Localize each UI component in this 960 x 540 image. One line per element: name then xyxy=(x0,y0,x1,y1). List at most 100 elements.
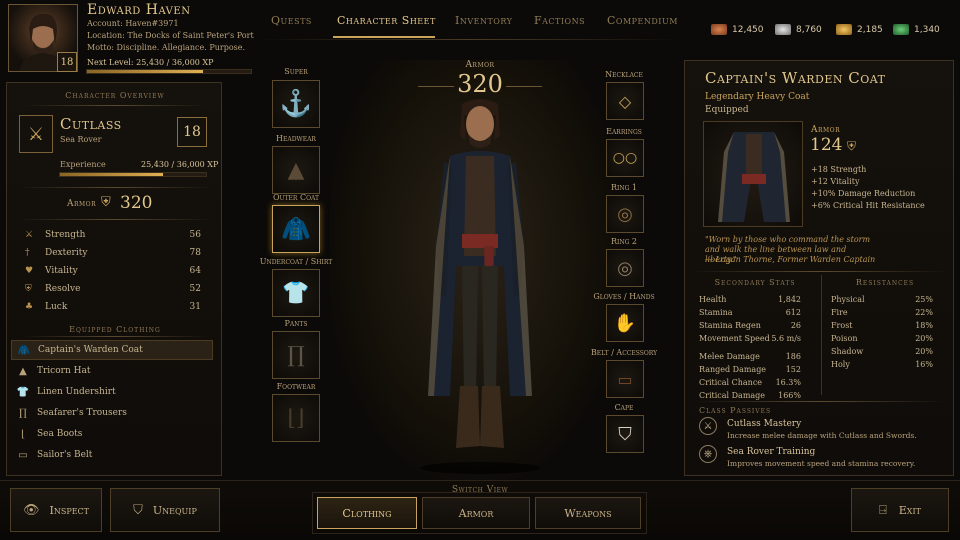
armor-shield-icon: ⛨ xyxy=(101,195,111,210)
overview-divider-2 xyxy=(19,219,211,220)
earrings-icon: ○○ xyxy=(612,150,638,166)
exit-label: Exit xyxy=(898,503,922,517)
equipped-item-shirt[interactable]: 👕 Linen Undershirt xyxy=(11,382,213,402)
sec-stat-stamina-regen: Stamina Regen 26 xyxy=(699,319,801,332)
slot-label-ring-2: Ring 2 xyxy=(610,237,638,246)
slot-cape[interactable]: ⛉ xyxy=(606,415,644,453)
sec-stat-value: 1,842 xyxy=(778,295,801,304)
silver-coins-icon xyxy=(775,24,791,35)
stat-name: Luck xyxy=(45,302,68,312)
slot-footwear[interactable]: ⌊⌋ xyxy=(272,394,320,442)
equipped-item-coat[interactable]: 🧥 Captain's Warden Coat xyxy=(11,340,213,360)
equipped-item-label: Captain's Warden Coat xyxy=(38,345,143,355)
tab-compendium[interactable]: Compendium xyxy=(607,14,678,27)
player-account: Account: Haven#3971 xyxy=(87,19,179,28)
sword-icon: ⚔ xyxy=(25,230,34,240)
sec-stat-name: Critical Damage xyxy=(699,391,766,400)
center-armor-value: 320 xyxy=(457,70,503,98)
sec-stat-name: Melee Damage xyxy=(699,352,760,361)
stat-name: Vitality xyxy=(45,266,78,276)
slot-label-ring-1: Ring 1 xyxy=(610,183,638,192)
exit-button[interactable]: ⍈ Exit xyxy=(851,488,949,532)
slot-headwear[interactable]: ▲ xyxy=(272,146,320,194)
player-motto: Motto: Discipline. Allegiance. Purpose. xyxy=(87,43,246,52)
unequip-icon: ⛉ xyxy=(133,502,143,518)
stat-value: 56 xyxy=(189,230,201,240)
experience-bar xyxy=(59,172,207,177)
resist-name: Holy xyxy=(831,360,850,369)
cutlass-class-icon: ⚔ xyxy=(19,115,53,153)
slot-super[interactable]: ⚓ xyxy=(272,80,320,128)
equipped-item-boots[interactable]: ⌊ Sea Boots xyxy=(11,424,213,444)
slot-belt[interactable]: ▭ xyxy=(606,360,644,398)
equipped-item-label: Tricorn Hat xyxy=(37,366,91,376)
slot-shirt[interactable]: 👕 xyxy=(272,269,320,317)
equipped-item-hat[interactable]: ▲ Tricorn Hat xyxy=(11,361,213,381)
character-model xyxy=(400,96,560,476)
slot-pants[interactable]: ∏ xyxy=(272,331,320,379)
sec-stat-critical-chance: Critical Chance 16.3% xyxy=(699,376,801,389)
shirt-icon: 👕 xyxy=(282,280,310,306)
tab-factions[interactable]: Factions xyxy=(534,14,585,27)
stat-resolve: ⛨ Resolve 52 xyxy=(25,280,201,298)
currency-gems-value: 1,340 xyxy=(914,24,940,35)
slot-label-shirt: Undercoat / Shirt xyxy=(259,257,333,266)
stat-dexterity: † Dexterity 78 xyxy=(25,244,201,262)
inspect-button[interactable]: 👁 Inspect xyxy=(10,488,102,532)
player-name: Edward Haven xyxy=(87,2,191,18)
boots-icon: ⌊ xyxy=(21,428,25,440)
item-armor-value: 124 xyxy=(810,135,843,155)
player-location: Location: The Docks of Saint Peter's Por… xyxy=(87,31,254,40)
item-divider xyxy=(693,271,947,272)
portrait-level-badge: 18 xyxy=(57,52,77,72)
stat-vitality: ♥ Vitality 64 xyxy=(25,262,201,280)
slot-label-outer-coat: Outer Coat xyxy=(272,193,320,202)
resist-shadow: Shadow 20% xyxy=(831,345,933,358)
unequip-label: Unequip xyxy=(152,503,197,517)
slot-ring-2[interactable]: ◎ xyxy=(606,249,644,287)
equipped-item-trousers[interactable]: ∏ Seafarer's Trousers xyxy=(11,403,213,423)
ring-icon: ◎ xyxy=(617,257,633,279)
item-quote-author: — Logan Thorne, Former Warden Captain xyxy=(705,255,876,264)
slot-outer-coat[interactable]: 🧥 xyxy=(272,205,320,253)
slot-label-pants: Pants xyxy=(284,319,308,328)
slot-necklace[interactable]: ◇ xyxy=(606,82,644,120)
resist-value: 20% xyxy=(915,334,933,343)
resist-value: 25% xyxy=(915,295,933,304)
sea-rover-training-icon: ⎈ xyxy=(699,445,717,463)
slot-earrings[interactable]: ○○ xyxy=(606,139,644,177)
coat-icon: 🧥 xyxy=(281,215,311,243)
currency-copper: 12,450 xyxy=(711,24,764,35)
overview-divider-1 xyxy=(19,187,211,188)
view-weapons-button[interactable]: Weapons xyxy=(535,497,641,529)
slot-ring-1[interactable]: ◎ xyxy=(606,195,644,233)
resist-name: Frost xyxy=(831,321,853,330)
view-clothing-button[interactable]: Clothing xyxy=(317,497,417,529)
stat-name: Resolve xyxy=(45,284,81,294)
stat-name: Dexterity xyxy=(45,248,88,258)
clover-icon: ♣ xyxy=(25,302,34,312)
tricorn-hat-icon: ▲ xyxy=(287,157,305,183)
tab-character-sheet[interactable]: Character Sheet xyxy=(337,14,436,27)
next-level-text: Next Level: 25,430 / 36,000 XP xyxy=(87,58,214,67)
unequip-button[interactable]: ⛉ Unequip xyxy=(110,488,220,532)
boots-icon: ⌊⌋ xyxy=(287,405,305,431)
xp-bar-fill xyxy=(87,70,203,73)
slot-gloves[interactable]: ✋ xyxy=(606,304,644,342)
slot-label-belt: Belt / Accessory xyxy=(590,348,658,357)
tab-active-underline xyxy=(333,36,435,38)
item-detail-panel: Captain's Warden Coat Legendary Heavy Co… xyxy=(684,60,954,476)
stat-strength: ⚔ Strength 56 xyxy=(25,226,201,244)
belt-icon: ▭ xyxy=(617,369,633,389)
resist-name: Fire xyxy=(831,308,848,317)
view-armor-button[interactable]: Armor xyxy=(422,497,530,529)
tab-inventory[interactable]: Inventory xyxy=(455,14,512,27)
ring-icon: ◎ xyxy=(617,203,633,225)
subclass-name: Sea Rover xyxy=(60,135,102,144)
passive-cutlass-mastery-desc: Increase melee damage with Cutlass and S… xyxy=(727,431,917,440)
equipped-item-belt[interactable]: ▭ Sailor's Belt xyxy=(11,445,213,465)
tab-quests[interactable]: Quests xyxy=(271,14,312,27)
overview-armor-label: Armor xyxy=(67,199,97,209)
item-preview-image xyxy=(703,121,803,227)
currency-gold: 2,185 xyxy=(836,24,883,35)
